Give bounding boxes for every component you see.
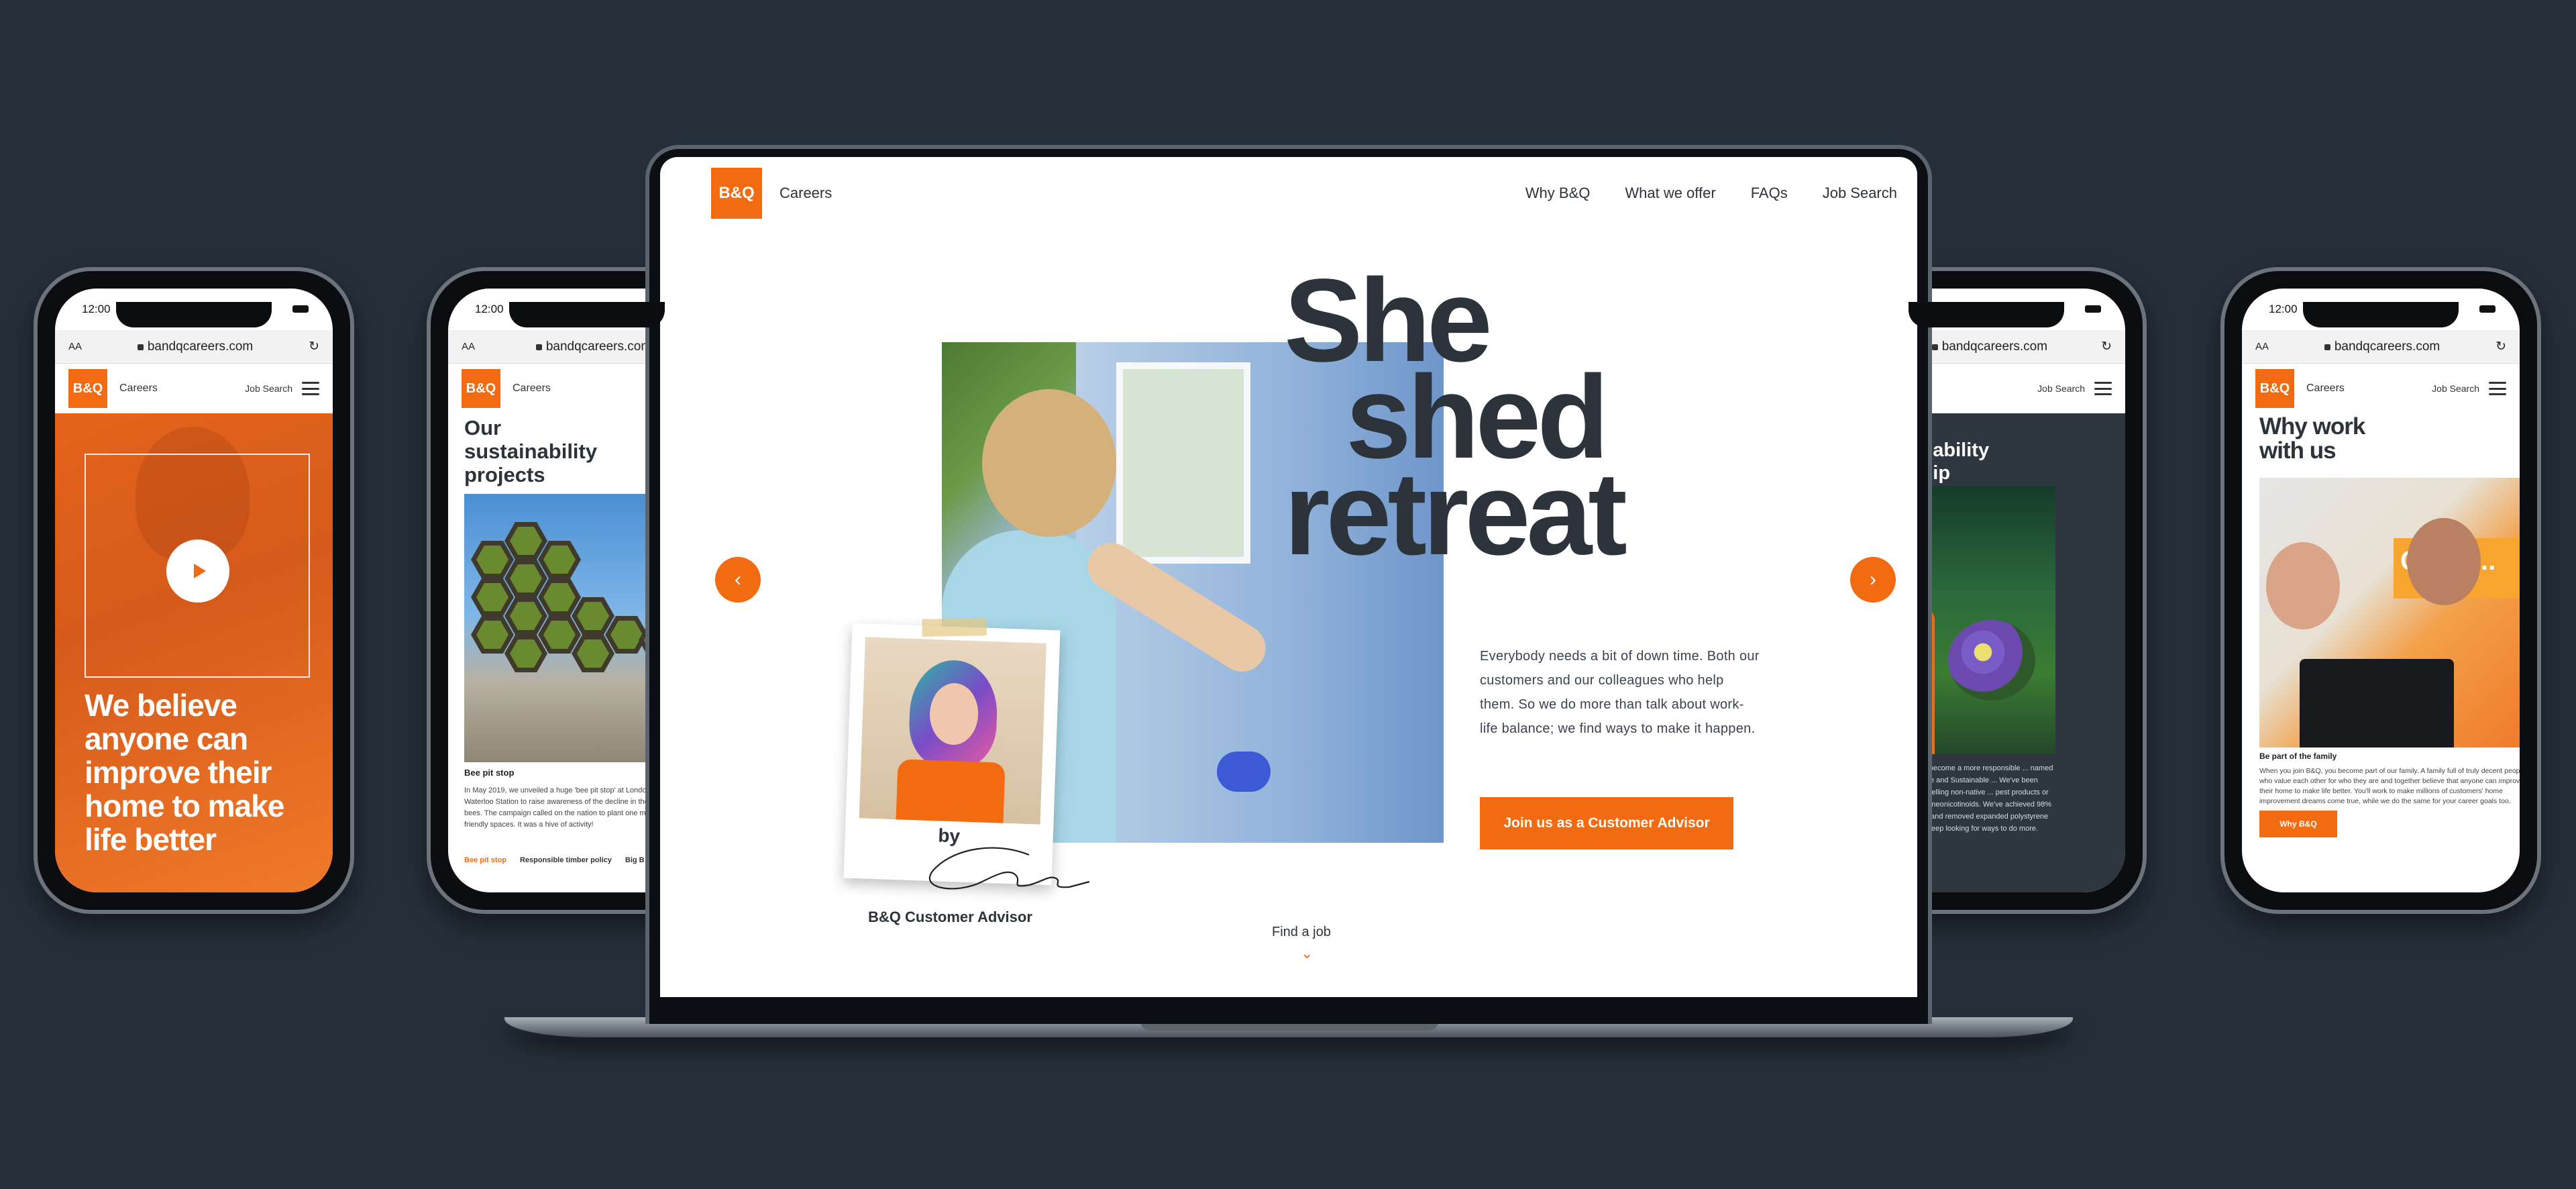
status-time: 12:00 (475, 303, 504, 315)
nav-what-we-offer[interactable]: What we offer (1625, 185, 1715, 202)
phone-screen: 12:00 ▂▄▆ AA bandqcareers.com ↻ B&Q Care… (2242, 289, 2520, 892)
status-time: 12:00 (82, 303, 111, 315)
lock-icon (2324, 344, 2330, 350)
tab-timber-policy[interactable]: Responsible timber policy (520, 856, 612, 864)
status-icons: ▂▄▆ (2081, 303, 2101, 316)
hamburger-menu-icon[interactable] (2094, 382, 2112, 395)
careers-label: Careers (513, 382, 551, 394)
status-time: 12:00 (2269, 303, 2298, 315)
carousel-prev-button[interactable]: ‹ (715, 557, 761, 603)
signature (929, 847, 1090, 890)
text-size-button[interactable]: AA (68, 341, 82, 352)
image-caption: Be part of the family (2259, 752, 2337, 761)
play-button[interactable] (166, 539, 229, 603)
main-menu: Why B&Q What we offer FAQs Job Search (1525, 185, 1897, 202)
chevron-right-icon: › (1870, 568, 1876, 590)
url-text: bandqcareers.com (1931, 340, 2047, 354)
browser-url-bar[interactable]: AA bandqcareers.com ↻ (2242, 330, 2520, 364)
job-search-link[interactable]: Job Search (245, 383, 292, 394)
why-bq-button[interactable]: Why B&Q (2259, 811, 2337, 837)
headline-line-3: retreat (1284, 448, 1627, 580)
top-nav: B&Q Careers Why B&Q What we offer FAQs J… (711, 166, 1917, 220)
hamburger-menu-icon[interactable] (302, 382, 319, 395)
hamburger-menu-icon[interactable] (2489, 382, 2506, 395)
careers-label: Careers (780, 185, 833, 201)
section-title: Why work with us (2259, 413, 2365, 464)
chevron-down-icon[interactable]: ⌄ (1301, 945, 1313, 962)
phone-notch (2303, 302, 2459, 327)
status-icons: ▂▄▆ (2475, 303, 2496, 316)
hero-paragraph: Everybody needs a bit of down time. Both… (1480, 649, 1760, 736)
url-text: bandqcareers.com (137, 340, 253, 354)
hero-headline: We believe anyone can improve their home… (85, 688, 284, 857)
carousel-next-button[interactable]: › (1850, 557, 1896, 603)
colleagues-image: COLL... (2259, 478, 2520, 747)
bq-logo[interactable]: B&Q (711, 168, 762, 219)
careers-label: Careers (119, 382, 158, 394)
laptop-screen: B&Q Careers Why B&Q What we offer FAQs J… (660, 157, 1917, 997)
battery-icon (292, 305, 309, 313)
battery-icon (2479, 305, 2496, 313)
reload-icon[interactable]: ↻ (2496, 339, 2506, 354)
mobile-header: B&Q Careers Job Search (2242, 364, 2520, 413)
hero-headline: She shed retreat (1284, 262, 1627, 580)
reload-icon[interactable]: ↻ (2101, 339, 2112, 354)
job-search-link[interactable]: Job Search (2037, 383, 2085, 394)
text-size-button[interactable]: AA (2255, 341, 2269, 352)
tape (922, 618, 987, 637)
chevron-left-icon: ‹ (735, 568, 741, 590)
video-hero: We believe anyone can improve their home… (55, 413, 333, 892)
phone-notch (116, 302, 272, 327)
text-size-button[interactable]: AA (462, 341, 475, 352)
body-text: When you join B&Q, you become part of ou… (2259, 767, 2520, 805)
image-caption: Bee pit stop (464, 768, 515, 778)
bq-logo[interactable]: B&Q (462, 369, 500, 408)
phone-notch (1909, 302, 2064, 327)
job-search-link[interactable]: Job Search (2432, 383, 2479, 394)
find-a-job-link[interactable]: Find a job (1272, 925, 1331, 940)
play-icon (193, 564, 206, 578)
nav-why-bq[interactable]: Why B&Q (1525, 185, 1591, 202)
nav-faqs[interactable]: FAQs (1751, 185, 1788, 202)
mobile-header: B&Q Careers Job Search (55, 364, 333, 413)
lock-icon (535, 344, 542, 350)
tab-big-b[interactable]: Big B (625, 856, 645, 864)
url-text: bandqcareers.com (535, 340, 651, 354)
bq-logo[interactable]: B&Q (2255, 369, 2294, 408)
url-text: bandqcareers.com (2324, 340, 2440, 354)
section-title: Our sustainability projects (464, 416, 598, 486)
advisor-portrait (859, 637, 1046, 825)
lock-icon (137, 344, 144, 350)
battery-icon (2085, 305, 2101, 313)
lock-icon (1931, 344, 1938, 350)
nav-job-search[interactable]: Job Search (1823, 185, 1897, 202)
tab-bee-pit-stop[interactable]: Bee pit stop (464, 856, 506, 864)
laptop-mockup: B&Q Careers Why B&Q What we offer FAQs J… (645, 145, 1932, 1024)
bq-logo[interactable]: B&Q (68, 369, 107, 408)
browser-url-bar[interactable]: AA bandqcareers.com ↻ (55, 330, 333, 364)
phone-mockup-4: 12:00 ▂▄▆ AA bandqcareers.com ↻ B&Q Care… (2220, 267, 2541, 914)
phone-notch (509, 302, 665, 327)
advisor-role: B&Q Customer Advisor (868, 909, 1032, 925)
reload-icon[interactable]: ↻ (309, 339, 319, 354)
status-icons: ▂▄▆ (288, 303, 309, 316)
project-tabs: Bee pit stop Responsible timber policy B… (464, 856, 645, 864)
join-us-button[interactable]: Join us as a Customer Advisor (1480, 797, 1733, 849)
careers-label: Careers (2306, 382, 2345, 394)
phone-screen: 12:00 ▂▄▆ AA bandqcareers.com ↻ B&Q Care… (55, 289, 333, 892)
phone-mockup-1: 12:00 ▂▄▆ AA bandqcareers.com ↻ B&Q Care… (34, 267, 354, 914)
